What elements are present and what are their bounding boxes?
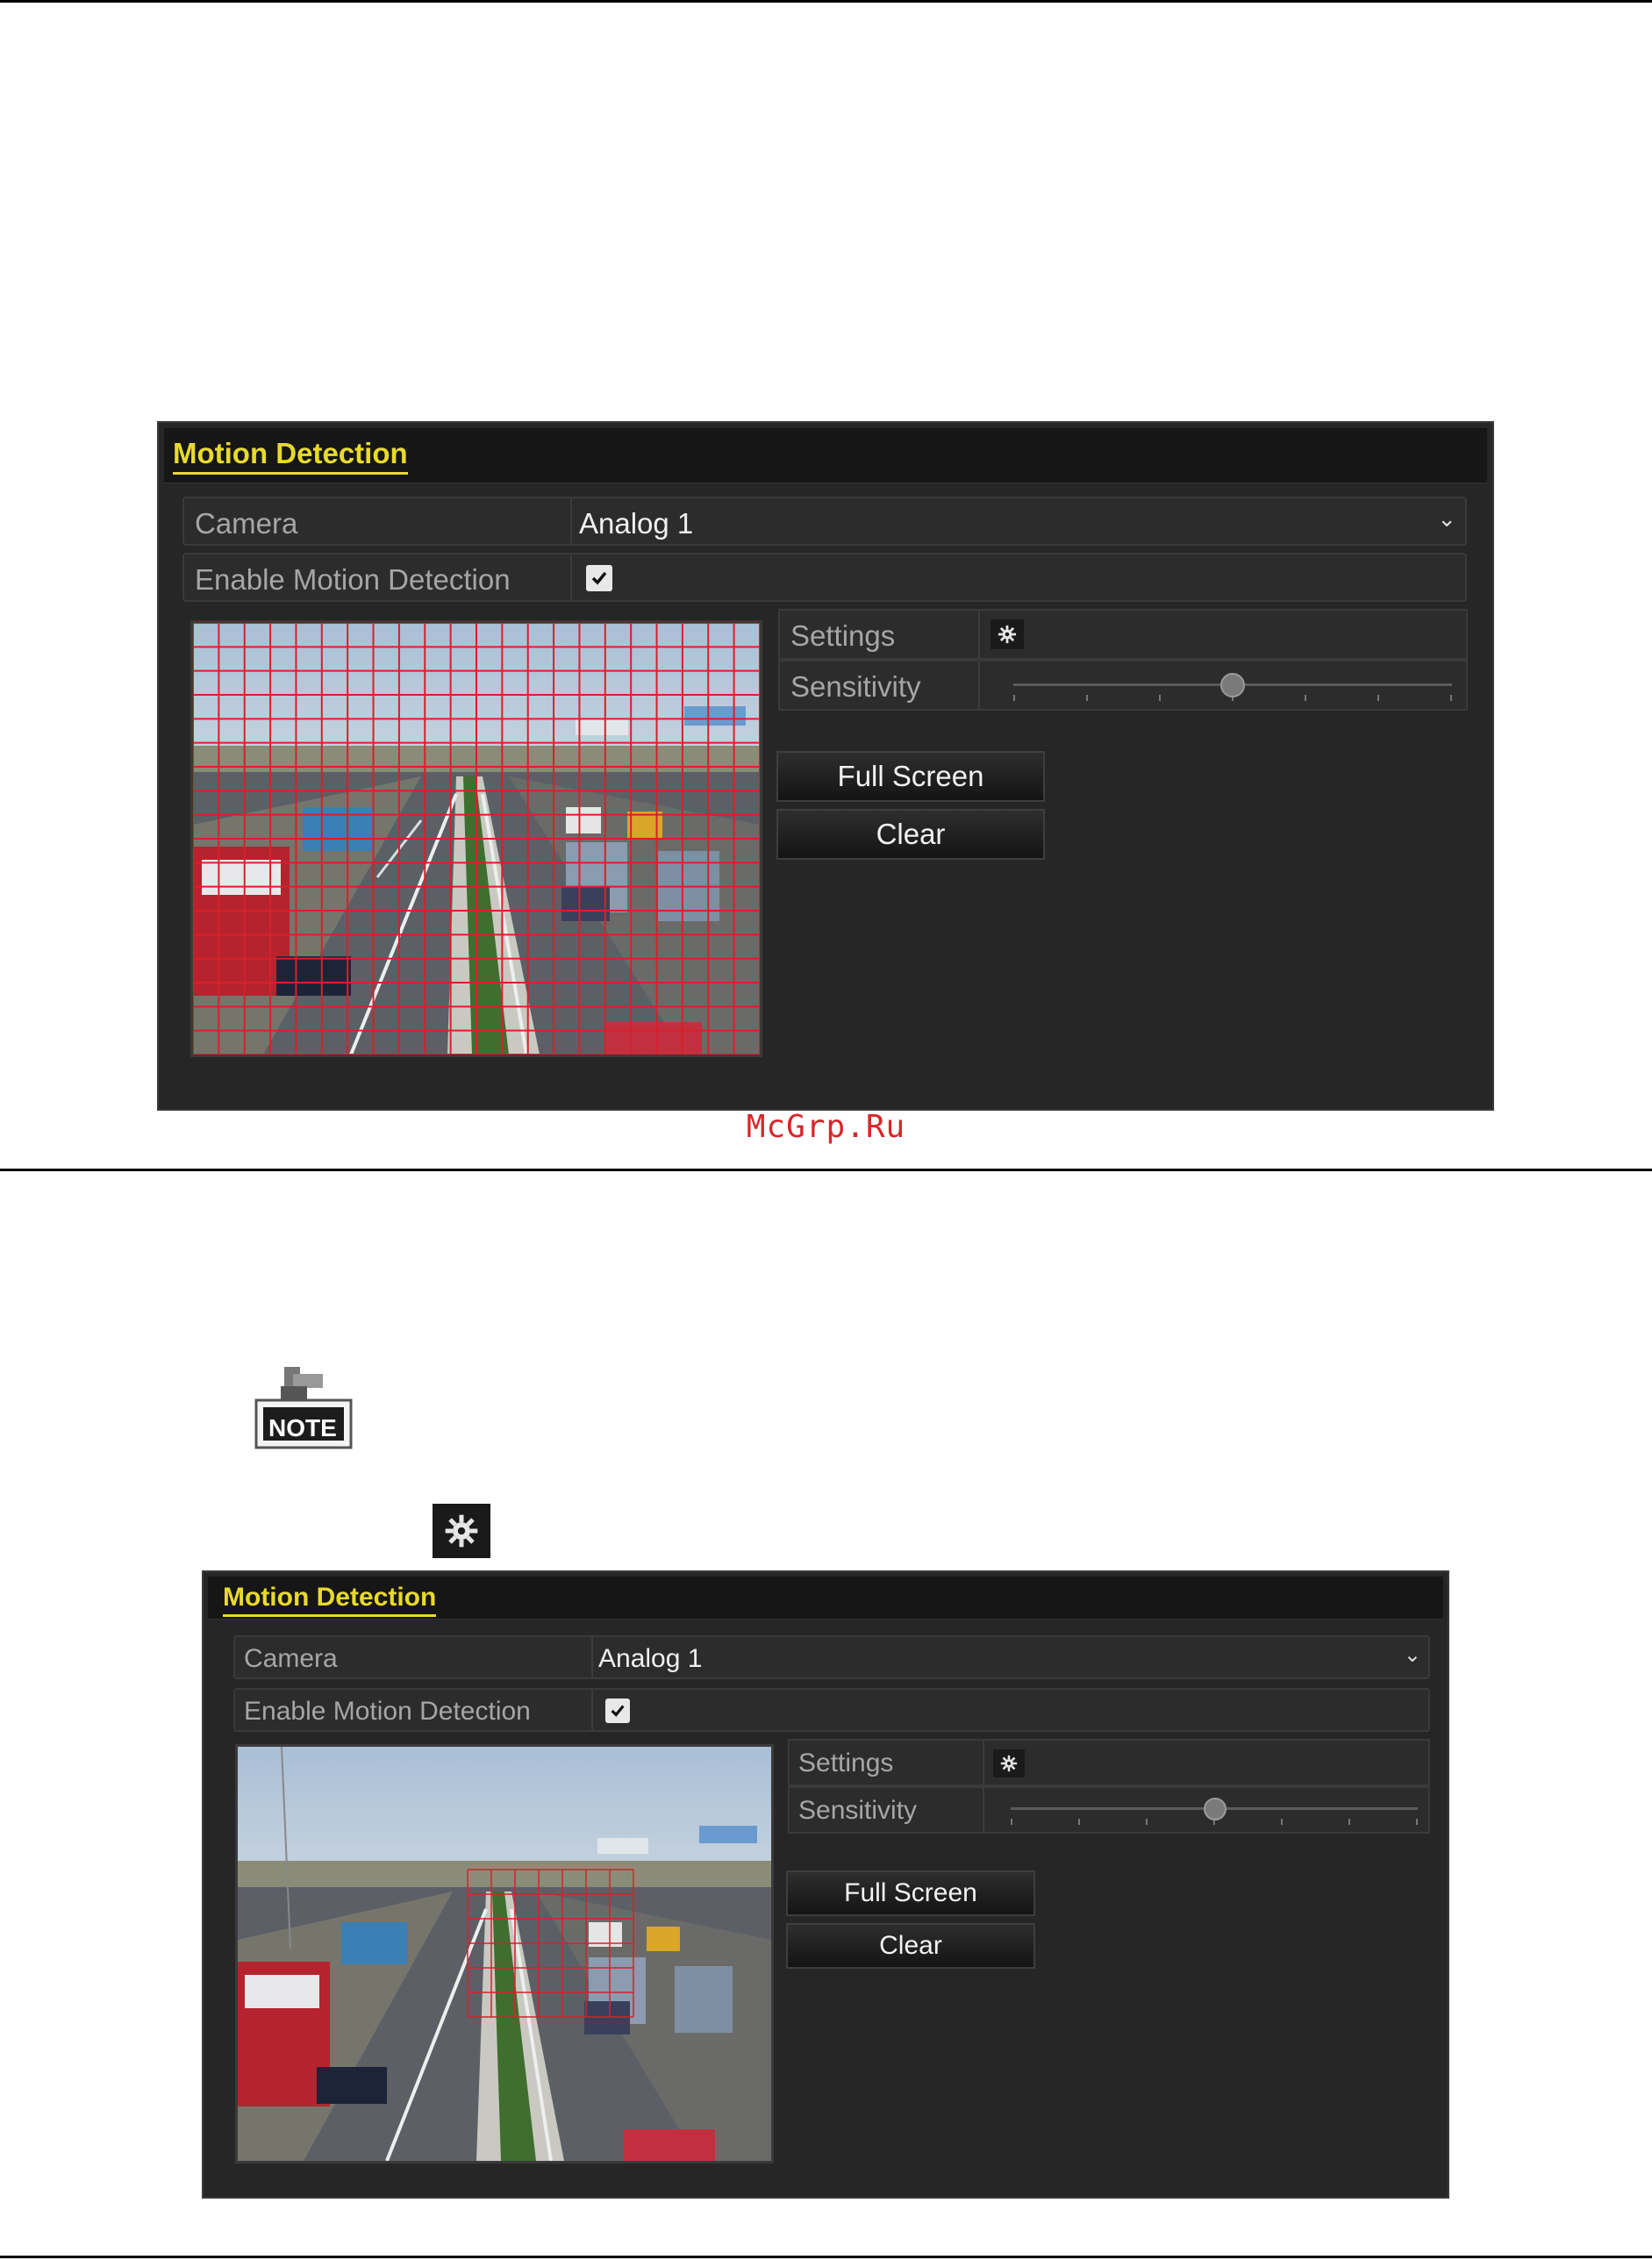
enable-motion-detection-label: Enable Motion Detection bbox=[244, 1697, 531, 1726]
camera-row[interactable]: Camera Analog 1 ⌄ bbox=[233, 1635, 1430, 1679]
settings-gear-button[interactable] bbox=[990, 619, 1024, 649]
settings-button[interactable] bbox=[433, 1504, 490, 1558]
camera-label: Camera bbox=[195, 507, 298, 540]
checkmark-icon bbox=[611, 1705, 625, 1717]
sensitivity-slider-knob[interactable] bbox=[1220, 673, 1245, 697]
panel-title: Motion Detection bbox=[173, 437, 408, 475]
chevron-down-icon[interactable]: ⌄ bbox=[1404, 1642, 1421, 1668]
sensitivity-row: Sensitivity bbox=[788, 1786, 1430, 1834]
gear-icon bbox=[445, 1514, 478, 1548]
motion-detection-panel-full-grid: Motion Detection Camera Analog 1 ⌄ Enabl… bbox=[157, 421, 1494, 1111]
camera-row[interactable]: Camera Analog 1 ⌄ bbox=[182, 497, 1467, 546]
bottom-rule bbox=[0, 2256, 1652, 2258]
clear-button[interactable]: Clear bbox=[786, 1923, 1035, 1969]
checkmark-icon bbox=[591, 571, 607, 585]
sensitivity-slider[interactable] bbox=[1011, 1788, 1418, 1835]
camera-preview-video[interactable] bbox=[190, 620, 762, 1057]
enable-motion-detection-row: Enable Motion Detection bbox=[233, 1688, 1430, 1732]
motion-detection-panel-partial: Motion Detection Camera Analog 1 ⌄ Enabl… bbox=[202, 1570, 1449, 2199]
sensitivity-label: Sensitivity bbox=[790, 670, 921, 703]
sensitivity-label: Sensitivity bbox=[798, 1796, 918, 1825]
gear-icon bbox=[998, 625, 1017, 644]
full-screen-button[interactable]: Full Screen bbox=[786, 1870, 1035, 1916]
gear-icon bbox=[1000, 1755, 1018, 1772]
watermark: McGrp.Ru bbox=[746, 1109, 906, 1145]
sensitivity-slider-knob[interactable] bbox=[1204, 1798, 1226, 1820]
sensitivity-slider[interactable] bbox=[1013, 662, 1452, 712]
sensitivity-row: Sensitivity bbox=[778, 660, 1468, 711]
note-icon: NOTE bbox=[254, 1365, 354, 1451]
settings-row: Settings bbox=[778, 609, 1468, 660]
settings-gear-button[interactable] bbox=[993, 1749, 1025, 1777]
camera-select-value[interactable]: Analog 1 bbox=[579, 507, 693, 540]
enable-motion-detection-checkbox[interactable] bbox=[605, 1699, 630, 1723]
settings-row: Settings bbox=[788, 1739, 1430, 1786]
settings-label: Settings bbox=[790, 619, 896, 652]
enable-motion-detection-row: Enable Motion Detection bbox=[182, 553, 1467, 602]
camera-select-value[interactable]: Analog 1 bbox=[598, 1644, 702, 1674]
note-label: NOTE bbox=[268, 1414, 337, 1441]
chevron-down-icon[interactable]: ⌄ bbox=[1437, 505, 1456, 533]
enable-motion-detection-label: Enable Motion Detection bbox=[195, 563, 511, 596]
panel-title: Motion Detection bbox=[223, 1583, 437, 1617]
settings-label: Settings bbox=[798, 1749, 894, 1777]
camera-preview-video[interactable] bbox=[235, 1744, 774, 2163]
top-rule bbox=[0, 0, 1652, 3]
clear-button[interactable]: Clear bbox=[776, 809, 1045, 860]
full-screen-button[interactable]: Full Screen bbox=[776, 751, 1045, 802]
middle-rule bbox=[0, 1169, 1652, 1171]
enable-motion-detection-checkbox[interactable] bbox=[586, 565, 612, 591]
camera-label: Camera bbox=[244, 1644, 338, 1673]
